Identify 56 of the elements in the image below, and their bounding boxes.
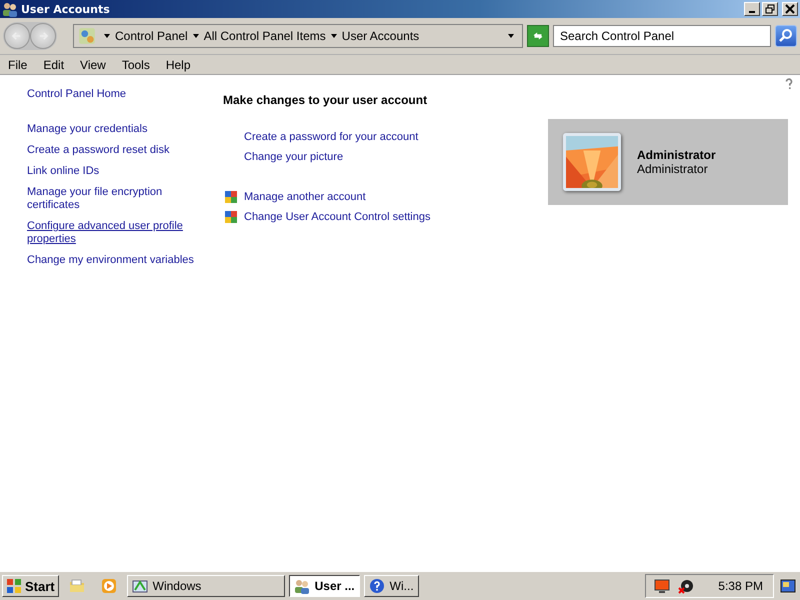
taskbar-button[interactable]: Wi... bbox=[364, 575, 419, 597]
close-button[interactable] bbox=[782, 2, 798, 16]
window-title: User Accounts bbox=[21, 2, 111, 16]
address-field[interactable]: Control Panel All Control Panel Items User Accounts bbox=[73, 24, 523, 48]
task-link[interactable]: Change User Account Control settings bbox=[244, 211, 430, 223]
task-link[interactable]: Manage another account bbox=[244, 191, 366, 203]
start-button[interactable]: Start bbox=[2, 575, 59, 597]
breadcrumb[interactable]: User Accounts bbox=[342, 29, 420, 43]
close-icon bbox=[785, 4, 795, 14]
section-heading: Make changes to your user account bbox=[223, 93, 428, 107]
caret-icon[interactable] bbox=[104, 34, 110, 38]
sidebar-link[interactable]: Manage your file encryption certificates bbox=[27, 186, 197, 212]
task-link[interactable]: Change your picture bbox=[244, 151, 344, 163]
users-icon bbox=[294, 578, 310, 594]
shield-icon bbox=[223, 189, 239, 205]
caret-icon[interactable] bbox=[508, 34, 514, 38]
media-player-icon[interactable] bbox=[100, 578, 117, 594]
users-icon bbox=[2, 1, 18, 17]
breadcrumb[interactable]: Control Panel bbox=[115, 29, 188, 43]
menu-item[interactable]: File bbox=[0, 58, 36, 72]
account-name: Administrator bbox=[637, 148, 716, 162]
window-icon bbox=[132, 578, 148, 594]
speaker-icon[interactable] bbox=[678, 578, 694, 594]
shield-icon bbox=[223, 209, 239, 225]
search-button[interactable] bbox=[775, 25, 797, 47]
menu-item[interactable]: Tools bbox=[114, 58, 158, 72]
control-panel-icon bbox=[78, 27, 96, 45]
help-icon[interactable] bbox=[784, 78, 794, 90]
caret-icon[interactable] bbox=[192, 34, 199, 38]
taskbar-button[interactable]: Windows bbox=[126, 575, 285, 597]
search-field[interactable]: Search Control Panel bbox=[553, 25, 771, 47]
monitor-icon[interactable] bbox=[654, 578, 670, 594]
menu-item[interactable]: Edit bbox=[35, 58, 72, 72]
show-desktop-icon[interactable] bbox=[780, 578, 796, 594]
sidebar-link[interactable]: Create a password reset disk bbox=[27, 144, 197, 157]
restore-button[interactable] bbox=[762, 2, 778, 16]
account-type: Administrator bbox=[637, 162, 709, 176]
taskbar-button[interactable]: User ... bbox=[288, 575, 360, 597]
sidebar-link[interactable]: Configure advanced user profile properties bbox=[27, 220, 197, 246]
breadcrumb[interactable]: All Control Panel Items bbox=[204, 29, 326, 43]
sidebar-link[interactable]: Control Panel Home bbox=[27, 88, 197, 101]
sidebar-link[interactable]: Manage your credentials bbox=[27, 123, 197, 136]
caret-icon[interactable] bbox=[330, 34, 337, 38]
restore-icon bbox=[765, 4, 775, 14]
clock[interactable]: 5:38 PM bbox=[718, 579, 763, 593]
sidebar-link[interactable]: Change my environment variables bbox=[27, 254, 197, 267]
search-icon bbox=[778, 28, 794, 44]
minimize-button[interactable] bbox=[744, 2, 760, 16]
help-icon bbox=[368, 578, 385, 594]
windows-logo-icon bbox=[6, 578, 22, 594]
menu-item[interactable]: View bbox=[72, 58, 114, 72]
refresh-button[interactable] bbox=[527, 25, 549, 47]
sidebar-link[interactable]: Link online IDs bbox=[27, 165, 197, 178]
menu-item[interactable]: Help bbox=[158, 58, 199, 72]
minimize-icon bbox=[749, 11, 755, 13]
task-link[interactable]: Create a password for your account bbox=[244, 131, 418, 143]
